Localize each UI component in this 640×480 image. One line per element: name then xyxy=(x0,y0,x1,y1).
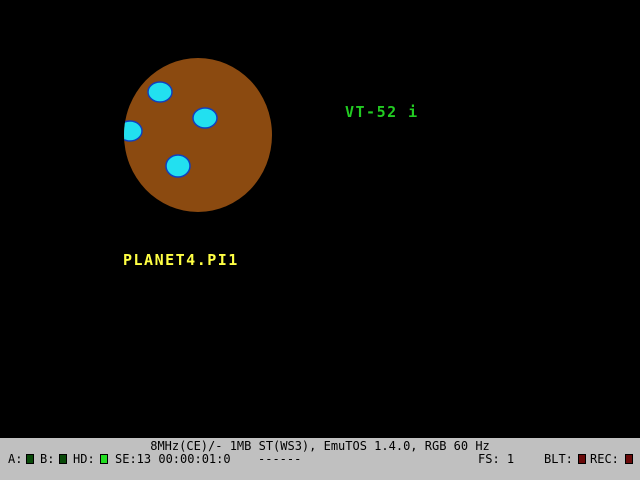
planet-body xyxy=(124,58,272,212)
emulator-statusbar: 8MHz(CE)/- 1MB ST(WS3), EmuTOS 1.4.0, RG… xyxy=(0,438,640,480)
planet-spot xyxy=(165,154,191,178)
hd-label: HD: xyxy=(73,452,95,466)
machine-info: 8MHz(CE)/- 1MB ST(WS3), EmuTOS 1.4.0, RG… xyxy=(150,439,490,453)
blt-label: BLT: xyxy=(544,452,573,466)
drive-b-label: B: xyxy=(40,452,55,466)
hd-led-icon xyxy=(100,454,108,464)
filename-text: PLANET4.PI1 xyxy=(123,251,239,269)
blt-led-icon xyxy=(578,454,586,464)
status-dashes: ------ xyxy=(258,452,302,466)
planet-image xyxy=(124,58,272,212)
fs-label: FS: 1 xyxy=(478,452,515,466)
vt52-text: VT-52 i xyxy=(345,103,419,121)
rec-label: REC: xyxy=(590,452,619,466)
se-info: SE:13 00:00:01:0 xyxy=(115,452,231,466)
emulator-screen: VT-52 i PLANET4.PI1 xyxy=(0,0,640,438)
status-indicators: A: B: HD: SE:13 00:00:01:0 ------ FS: 1 … xyxy=(0,452,640,466)
drive-b-led-icon xyxy=(59,454,67,464)
planet-spot xyxy=(124,120,143,142)
planet-spot xyxy=(192,107,218,129)
rec-led-icon xyxy=(625,454,633,464)
drive-a-label: A: xyxy=(8,452,23,466)
planet-spot xyxy=(147,81,173,103)
drive-a-led-icon xyxy=(26,454,34,464)
